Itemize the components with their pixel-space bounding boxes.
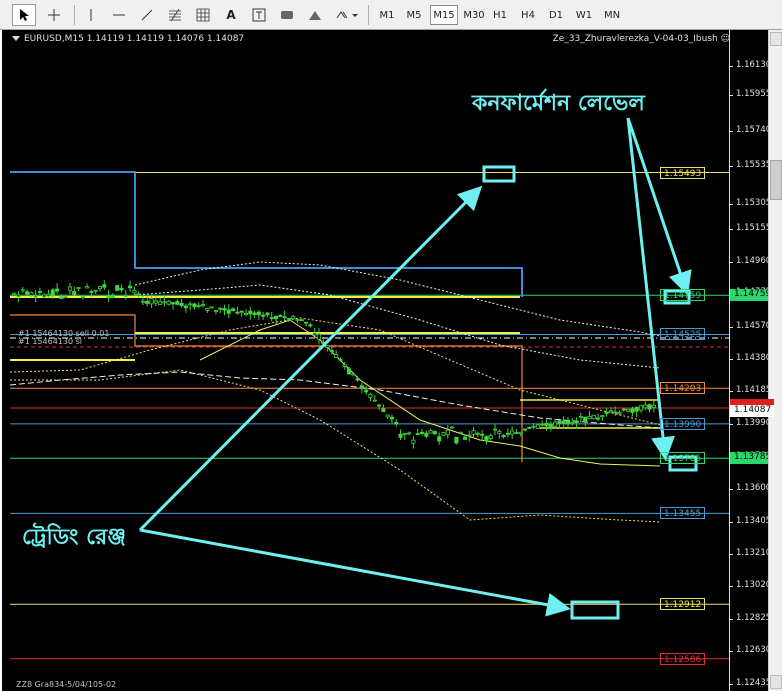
arrows-tool-button[interactable] [332,4,362,26]
price-axis-tick-mark [729,489,733,491]
price-axis-tick-mark [729,229,733,231]
price-axis-tick-mark [729,66,733,67]
price-axis-tick-mark [729,651,733,653]
price-axis-tick-mark [729,521,733,523]
trendline-icon [141,9,153,21]
chart-window[interactable]: EURUSD,M15 1.14119 1.14119 1.14076 1.140… [0,30,782,691]
scroll-thumb[interactable] [770,160,782,200]
level-label-1.13785[interactable]: 1.13785 [660,452,706,465]
vertical-line-tool-button[interactable] [80,4,102,26]
symbol-info-text: EURUSD,M15 1.14119 1.14119 1.14076 1.140… [24,34,245,44]
price-axis-tick-mark [729,586,733,588]
timeframe-h1-button[interactable]: H1 [488,5,512,25]
price-axis-tick-mark [729,326,733,328]
text-tool-icon: A [226,8,236,22]
triangle-tool-button[interactable] [304,4,326,26]
grid-icon [196,8,210,22]
price-axis-tick: 1.13405 [736,515,772,526]
price-axis-tick: 1.13600 [736,483,772,494]
price-axis-tick: 1.14380 [736,352,772,363]
timeframe-m5-button[interactable]: M5 [402,5,426,25]
level-label-1.13990[interactable]: 1.13990 [660,417,706,430]
cursor-tool-button[interactable] [12,4,36,26]
horizontal-line-icon [113,14,125,16]
price-axis-tick-mark [729,95,733,97]
price-axis-tick: 1.16130 [736,60,772,70]
crosshair-tool-button[interactable] [42,4,66,26]
timeframe-m30-button[interactable]: M30 [460,5,488,25]
price-axis-tick: 1.15155 [736,223,772,234]
price-axis-tick: 1.15955 [736,89,772,100]
level-label-1.13455[interactable]: 1.13455 [660,507,706,520]
timeframe-h4-button[interactable]: H4 [516,5,540,25]
level-label-1.14759[interactable]: 1.14759 [660,289,706,302]
grid-tool-button[interactable] [192,4,214,26]
cursor-icon [20,9,29,21]
price-axis-tick: 1.12825 [736,612,772,623]
price-axis-tick: 1.15305 [736,197,772,208]
price-axis-border [729,30,730,691]
price-axis-tick-mark [729,618,733,620]
price-axis-tick: 1.13210 [736,548,772,559]
arrows-dropdown-icon [336,11,358,19]
price-axis-tick-mark [729,391,733,393]
rectangle-icon [281,11,293,19]
price-axis-tick-mark [729,358,733,360]
crosshair-icon [48,9,60,21]
current-price-tag: 1.14087 [730,405,774,417]
confirmation-level-annotation: কনফার্মেশন লেভেল [472,91,645,116]
chevron-down-icon [12,36,20,41]
toolbar: A M1 M5 M15 M30 H1 H4 D1 W1 MN [0,0,782,30]
expert-advisor-name[interactable]: Ze_33_Zhuravlerezka_V-04-03_Ibush ☺ [553,34,730,44]
fibonacci-tool-button[interactable] [164,4,186,26]
price-axis-tick: 1.12630 [736,645,772,656]
price-axis-tick-mark [729,261,733,263]
price-axis-tick-mark [729,165,733,167]
order-note-2: #1 15464130 sl [18,337,82,346]
toolbar-separator [74,5,75,25]
scroll-down-button[interactable] [770,675,782,689]
text-label-icon [252,8,266,22]
price-axis-tick: 1.12435 [736,678,772,688]
price-axis-tick: 1.14185 [736,385,772,396]
vertical-scrollbar[interactable] [768,30,782,691]
text-label-tool-button[interactable] [248,4,270,26]
price-axis-tick-mark [729,684,733,685]
timeframe-m1-button[interactable]: M1 [375,5,399,25]
price-axis-tick: 1.14960 [736,255,772,266]
ea-name-text: Ze_33_Zhuravlerezka_V-04-03_Ibush [552,34,718,44]
price-axis-tick-mark [729,554,733,556]
price-axis-tick-mark [729,203,733,205]
timeframe-mn-button[interactable]: MN [600,5,624,25]
horizontal-line-tool-button[interactable] [108,4,130,26]
triangle-icon [309,11,321,20]
price-axis-tick: 1.13020 [736,580,772,591]
price-axis-tick: 1.15740 [736,125,772,136]
level-label-1.14525[interactable]: 1.14525 [660,328,706,341]
fibonacci-icon [169,8,181,22]
text-tool-button[interactable]: A [220,4,242,26]
level-label-1.15493[interactable]: 1.15493 [660,166,706,179]
timeframe-w1-button[interactable]: W1 [572,5,596,25]
bottom-indicator-note: ZZ8 Gra834-5/04/105-02 [16,680,117,689]
scroll-up-button[interactable] [770,32,782,46]
trendline-tool-button[interactable] [136,4,158,26]
level-label-1.14203[interactable]: 1.14203 [660,382,706,395]
price-axis-tick-mark [729,423,733,425]
rectangle-tool-button[interactable] [276,4,298,26]
red-marker-tag [730,399,774,405]
level-label-1.12912[interactable]: 1.12912 [660,598,706,611]
price-axis-tick: 1.15535 [736,159,772,170]
timeframe-m15-button[interactable]: M15 [430,5,458,25]
trading-range-annotation: ট্রেডিং রেঞ্জ [22,525,126,550]
chart-symbol-info: EURUSD,M15 1.14119 1.14119 1.14076 1.140… [12,34,244,44]
toolbar-separator [368,5,369,25]
vertical-line-icon [90,9,92,21]
level-label-1.12586[interactable]: 1.12586 [660,652,706,665]
price-axis-tick-mark [729,131,733,133]
price-axis-tick: 1.14570 [736,320,772,331]
price-axis-tick: 1.13990 [736,417,772,428]
timeframe-d1-button[interactable]: D1 [544,5,568,25]
